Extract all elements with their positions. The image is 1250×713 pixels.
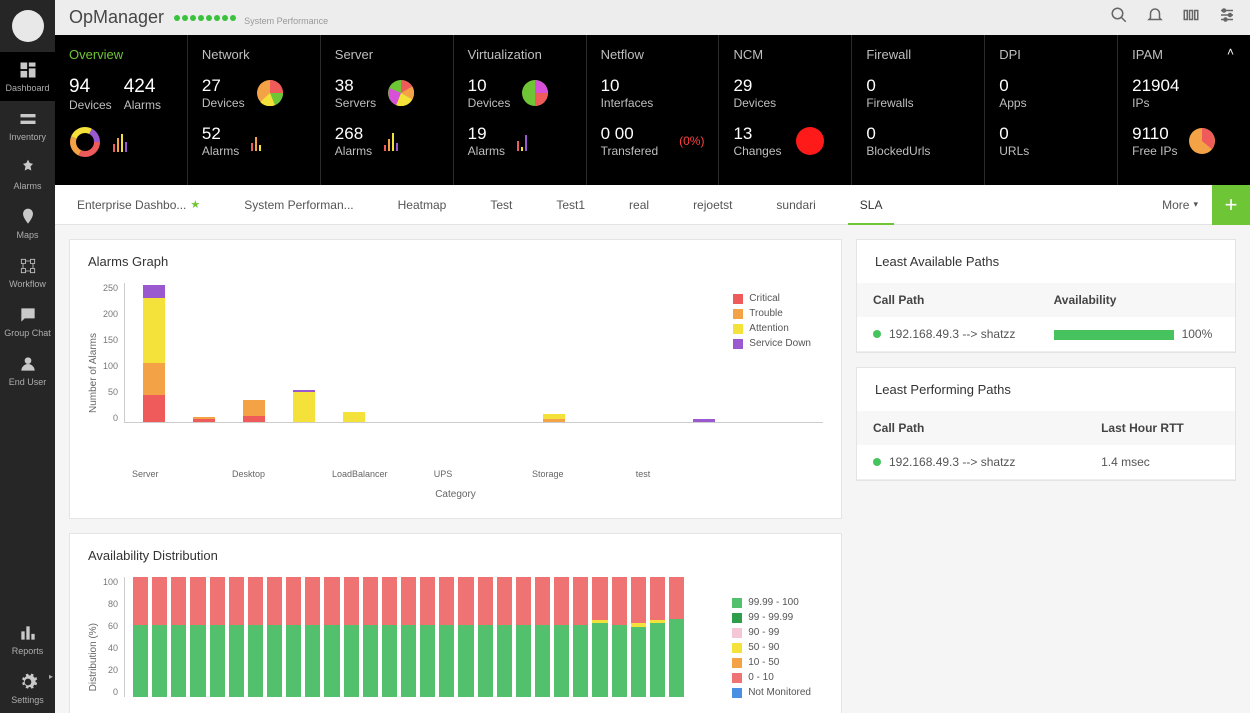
sidebar-label: Alarms [13, 181, 41, 191]
nav-tab-netflow[interactable]: Netflow 10Interfaces 0 00Transfered(0%) [587, 35, 720, 185]
pie-icon [522, 80, 548, 106]
tab-heatmap[interactable]: Heatmap [376, 185, 469, 224]
card-title: Alarms Graph [70, 240, 841, 283]
sidebar-item-inventory[interactable]: Inventory [0, 101, 55, 150]
mini-bars-icon [517, 131, 527, 151]
sidebar-label: Dashboard [5, 83, 49, 93]
tab-test[interactable]: Test [468, 185, 534, 224]
bell-icon[interactable] [1146, 6, 1164, 29]
status-dot-icon [873, 458, 881, 466]
nav-summary-strip: ˄ Overview 94Devices 424Alarms Network 2… [55, 35, 1250, 185]
tab-test1[interactable]: Test1 [534, 185, 607, 224]
sidebar-item-alarms[interactable]: Alarms [0, 150, 55, 199]
x-axis-ticks: ServerDesktopLoadBalancerUPSStoragetest [88, 469, 823, 479]
sidebar-label: Group Chat [4, 328, 51, 338]
card-title: Least Available Paths [857, 240, 1235, 283]
user-avatar[interactable] [12, 10, 44, 42]
status-dots [174, 15, 236, 21]
least-performing-card: Least Performing Paths Call PathLast Hou… [856, 367, 1236, 481]
nav-tab-dpi[interactable]: DPI 0Apps 0URLs [985, 35, 1118, 185]
circle-icon [794, 125, 826, 157]
inventory-icon [18, 109, 38, 129]
tab-sla[interactable]: SLA [838, 185, 905, 224]
table-row[interactable]: 192.168.49.3 --> shatzz 100% [857, 317, 1235, 352]
y-axis-ticks: 100806040200 [103, 577, 124, 697]
status-dot-icon [873, 330, 881, 338]
mini-bars-icon [251, 131, 261, 151]
nav-title: Overview [69, 47, 173, 62]
sidebar-label: Settings [11, 695, 44, 705]
alarm-icon [18, 158, 38, 178]
map-pin-icon [18, 207, 38, 227]
sidebar-item-enduser[interactable]: End User [0, 346, 55, 395]
nav-tab-overview[interactable]: Overview 94Devices 424Alarms [55, 35, 188, 185]
x-axis-label: Category [88, 489, 823, 500]
nav-tab-firewall[interactable]: Firewall 0Firewalls 0BlockedUrls [852, 35, 985, 185]
least-available-card: Least Available Paths Call PathAvailabil… [856, 239, 1236, 353]
tab-real[interactable]: real [607, 185, 671, 224]
card-title: Availability Distribution [70, 534, 841, 577]
search-icon[interactable] [1110, 6, 1128, 29]
tab-rejoetst[interactable]: rejoetst [671, 185, 754, 224]
card-title: Least Performing Paths [857, 368, 1235, 411]
nav-tab-network[interactable]: Network 27Devices 52Alarms [188, 35, 321, 185]
sidebar-label: Maps [16, 230, 38, 240]
sidebar-label: End User [9, 377, 47, 387]
brand-sub: System Performance [244, 16, 328, 26]
alarms-plot-area [124, 283, 823, 423]
workflow-icon [18, 256, 38, 276]
pie-icon [257, 80, 283, 106]
chat-icon [18, 305, 38, 325]
nav-tab-ncm[interactable]: NCM 29Devices 13Changes [719, 35, 852, 185]
nav-tab-virtualization[interactable]: Virtualization 10Devices 19Alarms [454, 35, 587, 185]
reports-icon [18, 623, 38, 643]
tab-system-perf[interactable]: System Performan... [222, 185, 375, 224]
sidebar-item-dashboard[interactable]: Dashboard [0, 52, 55, 101]
brand-title: OpManager [69, 7, 164, 28]
sidebar-item-maps[interactable]: Maps [0, 199, 55, 248]
add-tab-button[interactable]: + [1212, 185, 1250, 225]
sidebar-item-reports[interactable]: Reports [0, 615, 55, 664]
sidebar: Dashboard Inventory Alarms Maps Workflow… [0, 0, 55, 713]
gear-icon [18, 672, 38, 692]
tab-sundari[interactable]: sundari [754, 185, 837, 224]
y-axis-label: Distribution (%) [88, 623, 99, 691]
widget-icon[interactable] [1182, 6, 1200, 29]
tab-more-dropdown[interactable]: More [1148, 198, 1212, 212]
y-axis-ticks: 250200150100500 [103, 283, 124, 423]
mini-bars-icon [384, 131, 398, 151]
mini-bars-icon [113, 132, 127, 152]
alarms-graph-card: Alarms Graph Critical Trouble Attention … [69, 239, 842, 519]
nav-tab-ipam[interactable]: IPAM 21904IPs 9110Free IPs [1118, 35, 1250, 185]
y-axis-label: Number of Alarms [88, 333, 99, 413]
topbar: OpManager System Performance [55, 0, 1250, 35]
sidebar-label: Reports [12, 646, 44, 656]
pie-icon [1189, 128, 1215, 154]
avail-plot-area [124, 577, 684, 697]
dashboard-tabs: Enterprise Dashbo... System Performan...… [55, 185, 1250, 225]
sidebar-item-groupchat[interactable]: Group Chat [0, 297, 55, 346]
user-icon [18, 354, 38, 374]
pie-icon [388, 80, 414, 106]
availability-card: Availability Distribution 99.99 - 100 99… [69, 533, 842, 713]
nav-tab-server[interactable]: Server 38Servers 268Alarms [321, 35, 454, 185]
tab-enterprise[interactable]: Enterprise Dashbo... [55, 185, 222, 224]
sliders-icon[interactable] [1218, 6, 1236, 29]
sidebar-item-workflow[interactable]: Workflow [0, 248, 55, 297]
progress-bar [1054, 330, 1174, 340]
sidebar-label: Inventory [9, 132, 46, 142]
table-row[interactable]: 192.168.49.3 --> shatzz 1.4 msec [857, 445, 1235, 480]
donut-icon [69, 126, 101, 158]
sidebar-label: Workflow [9, 279, 46, 289]
content-area: Alarms Graph Critical Trouble Attention … [55, 225, 1250, 713]
sidebar-item-settings[interactable]: Settings ▸ [0, 664, 55, 713]
dashboard-icon [18, 60, 38, 80]
caret-right-icon: ▸ [49, 672, 53, 681]
